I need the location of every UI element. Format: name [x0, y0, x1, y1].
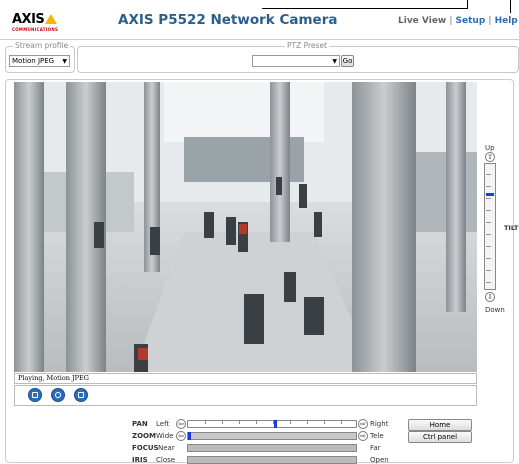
tilt-slider-thumb[interactable] — [486, 193, 494, 196]
focus-far-label: Far — [370, 444, 381, 452]
ptz-preset-select[interactable]: ▼ — [252, 55, 340, 67]
nav-help[interactable]: Help — [495, 16, 518, 26]
pan-right-icon[interactable]: ⇨ — [358, 419, 368, 429]
tilt-up-icon[interactable]: ⇧ — [485, 152, 495, 162]
camera-image — [14, 82, 477, 372]
zoom-in-icon[interactable]: ⇨ — [358, 431, 368, 441]
ptz-preset-legend: PTZ Preset — [285, 41, 330, 50]
tilt-up-label: Up — [485, 144, 495, 152]
pan-right-label: Right — [370, 420, 389, 428]
pan-left-label: Left — [156, 420, 170, 428]
focus-slider — [187, 444, 357, 452]
callout-line-help — [510, 0, 511, 13]
zoom-label: ZOOM — [132, 432, 156, 440]
fullscreen-icon[interactable] — [74, 388, 88, 402]
ctrl-panel-button[interactable]: Ctrl panel — [408, 431, 472, 443]
pan-slider-thumb[interactable] — [274, 420, 277, 428]
tilt-title: TILT — [504, 224, 519, 232]
zoom-tele-label: Tele — [370, 432, 384, 440]
focus-near-label: Near — [158, 444, 175, 452]
home-button[interactable]: Home — [408, 419, 472, 431]
axis-logo[interactable]: AXIS — [12, 12, 58, 27]
callout-line-setup — [262, 0, 468, 9]
chevron-down-icon: ▼ — [62, 58, 67, 65]
zoom-slider[interactable] — [187, 432, 357, 440]
chevron-down-icon: ▼ — [332, 58, 337, 65]
nav-live-view[interactable]: Live View — [398, 16, 446, 26]
pan-left-icon[interactable]: ⇦ — [176, 419, 186, 429]
tilt-down-label: Down — [485, 306, 505, 314]
logo-subtitle: COMMUNICATIONS — [12, 27, 59, 32]
page-title: AXIS P5522 Network Camera — [118, 12, 338, 28]
zoom-slider-thumb[interactable] — [188, 432, 191, 440]
stream-profile-legend: Stream profile — [13, 41, 71, 50]
pan-slider[interactable] — [187, 420, 357, 428]
video-stream[interactable] — [14, 82, 477, 372]
focus-label: FOCUS — [132, 444, 159, 452]
top-nav: Live View | Setup | Help — [398, 16, 518, 26]
zoom-wide-label: Wide — [156, 432, 174, 440]
video-status-bar: Playing, Motion JPEG — [14, 373, 477, 384]
snapshot-icon[interactable] — [51, 388, 65, 402]
ptz-go-button[interactable]: Go — [341, 55, 354, 67]
pan-label: PAN — [132, 420, 148, 428]
tilt-down-icon[interactable]: ⇩ — [485, 292, 495, 302]
nav-setup[interactable]: Setup — [456, 16, 486, 26]
tilt-slider[interactable] — [484, 163, 496, 290]
stop-icon[interactable] — [28, 388, 42, 402]
zoom-out-icon[interactable]: ⇦ — [176, 431, 186, 441]
stream-profile-select[interactable]: Motion JPEG ▼ — [9, 55, 70, 67]
